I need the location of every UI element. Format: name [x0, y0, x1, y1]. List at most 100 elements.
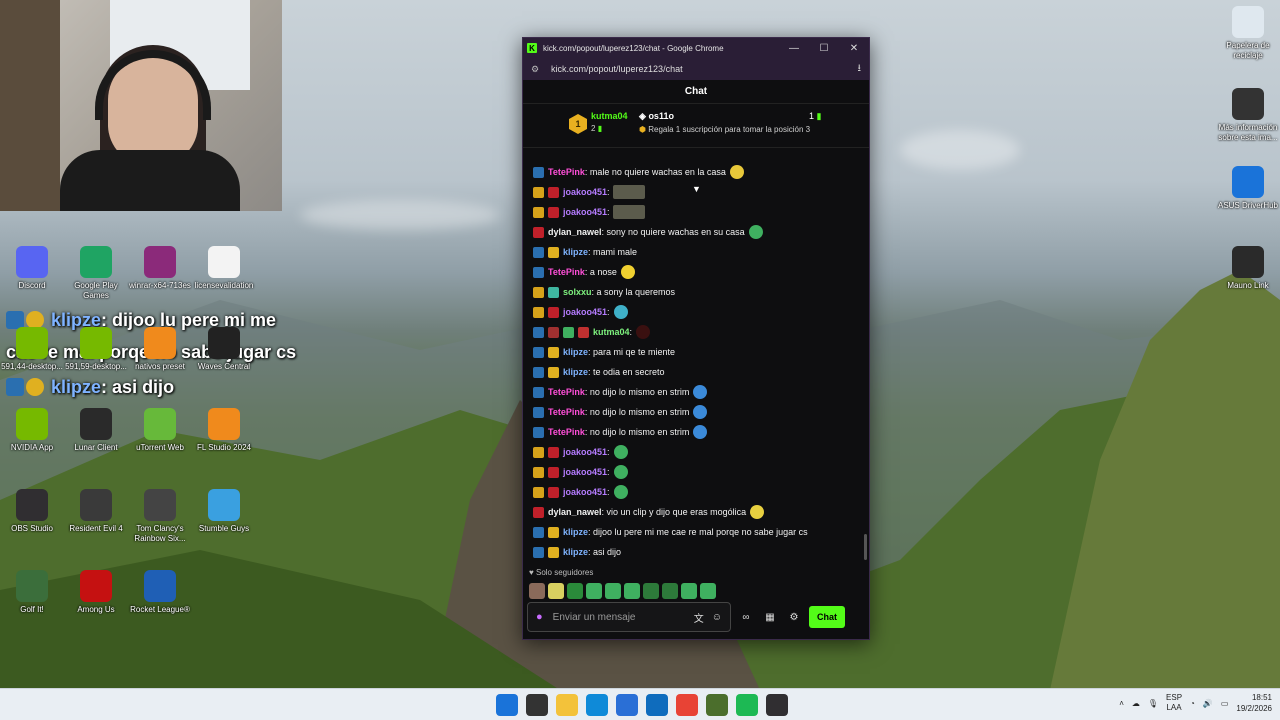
- emote-icon[interactable]: [750, 505, 765, 519]
- emote-icon[interactable]: [662, 583, 678, 599]
- edge-icon[interactable]: [586, 694, 608, 716]
- chat-username[interactable]: joakoo451: [563, 187, 607, 197]
- search-icon[interactable]: [526, 694, 548, 716]
- spotify-icon[interactable]: [736, 694, 758, 716]
- volume-icon[interactable]: 🔊: [1203, 699, 1213, 708]
- moderator-badge-icon[interactable]: [533, 386, 544, 398]
- moderator-badge-icon[interactable]: [533, 166, 544, 178]
- desktop-icon[interactable]: 591,59-desktop...: [64, 327, 128, 372]
- emote-icon[interactable]: [613, 445, 628, 459]
- og-badge-icon[interactable]: [548, 286, 559, 298]
- emote-icon[interactable]: [693, 405, 708, 419]
- subscriber-badge-icon[interactable]: [548, 366, 559, 378]
- outlook-icon[interactable]: [646, 694, 668, 716]
- vip-badge-icon[interactable]: [578, 326, 589, 338]
- crown-badge-icon[interactable]: [533, 286, 544, 298]
- subscriber-badge-icon[interactable]: [548, 346, 559, 358]
- emote-icon[interactable]: [529, 583, 545, 599]
- chrome-icon[interactable]: [676, 694, 698, 716]
- address-bar[interactable]: ⚙ kick.com/popout/luperez123/chat ⭳: [523, 58, 869, 80]
- cloud-icon[interactable]: ☁: [1132, 699, 1140, 708]
- emote-icon[interactable]: [693, 425, 708, 439]
- site-info-icon[interactable]: ⚙: [531, 64, 543, 75]
- desktop-icon[interactable]: Golf It!: [0, 570, 64, 615]
- emote-icon[interactable]: [567, 583, 583, 599]
- gifter-badge-icon[interactable]: [533, 506, 544, 518]
- send-chat-button[interactable]: Chat: [809, 606, 845, 628]
- emote-icon[interactable]: [613, 485, 628, 499]
- chat-username[interactable]: joakoo451: [563, 467, 607, 477]
- clock[interactable]: 18:51 19/2/2026: [1236, 692, 1272, 714]
- crown-badge-icon[interactable]: [533, 306, 544, 318]
- desktop-icon[interactable]: OBS Studio: [0, 489, 64, 534]
- desktop-icon[interactable]: uTorrent Web: [128, 408, 192, 453]
- emote-icon[interactable]: [605, 583, 621, 599]
- emote-icon[interactable]: [693, 385, 708, 399]
- moderator-badge-icon[interactable]: [533, 346, 544, 358]
- windows-start-icon[interactable]: [496, 694, 518, 716]
- obs-icon[interactable]: [766, 694, 788, 716]
- desktop-icon[interactable]: Rocket League®: [128, 570, 192, 615]
- kicks-icon[interactable]: ∞: [737, 612, 755, 623]
- chat-username[interactable]: joakoo451: [563, 307, 607, 317]
- chat-username[interactable]: klipze: [563, 347, 588, 357]
- emote-icon[interactable]: [643, 583, 659, 599]
- chat-message-input[interactable]: ● Enviar un mensaje 文 ☺: [527, 602, 731, 632]
- chat-scrollbar[interactable]: [864, 534, 867, 560]
- emote-icon[interactable]: [620, 265, 635, 279]
- desktop-icon[interactable]: NVIDIA App: [0, 408, 64, 453]
- chevron-up-icon[interactable]: ˄: [1119, 699, 1124, 708]
- gifter-badge-icon[interactable]: [548, 306, 559, 318]
- emote-icon[interactable]: [748, 225, 763, 239]
- translate-icon[interactable]: 文: [694, 610, 704, 625]
- subscriber-badge-icon[interactable]: [548, 246, 559, 258]
- chat-username[interactable]: dylan_nawel: [548, 227, 602, 237]
- chat-input-placeholder[interactable]: Enviar un mensaje: [553, 612, 686, 623]
- chat-username[interactable]: dylan_nawel: [548, 507, 602, 517]
- gifter-badge-icon[interactable]: [548, 466, 559, 478]
- desktop-icon[interactable]: Papelera de reciclaje: [1216, 6, 1280, 61]
- moderator-badge-icon[interactable]: [533, 406, 544, 418]
- file-explorer-icon[interactable]: [556, 694, 578, 716]
- chat-username[interactable]: kutma04: [593, 327, 630, 337]
- chat-username[interactable]: klipze: [563, 247, 588, 257]
- leaderboard-second-name[interactable]: os11o: [648, 111, 674, 121]
- moderator-badge-icon[interactable]: [533, 266, 544, 278]
- emote-icon[interactable]: [636, 325, 651, 339]
- desktop-icon[interactable]: winrar-x64-713es: [128, 246, 192, 291]
- crown-badge-icon[interactable]: [533, 466, 544, 478]
- emoji-icon[interactable]: ☺: [712, 612, 722, 623]
- leaderboard-first-name[interactable]: kutma04: [591, 111, 628, 121]
- emote-icon[interactable]: [729, 165, 744, 179]
- desktop-icon[interactable]: Mauno Link: [1216, 246, 1280, 291]
- wifi-icon[interactable]: ◔: [1190, 699, 1195, 708]
- subscriber-badge-icon[interactable]: [548, 526, 559, 538]
- desktop-icon[interactable]: ASUS DriverHub: [1216, 166, 1280, 211]
- download-icon[interactable]: ⭳: [858, 61, 862, 78]
- leaderboard-promo[interactable]: Regala 1 suscripción para tomar la posic…: [648, 125, 810, 134]
- crown-badge-icon[interactable]: [533, 206, 544, 218]
- emote-icon[interactable]: [612, 205, 645, 219]
- window-titlebar[interactable]: K kick.com/popout/luperez123/chat - Goog…: [523, 38, 869, 58]
- url-text[interactable]: kick.com/popout/luperez123/chat: [551, 64, 858, 74]
- crown-badge-icon[interactable]: [533, 446, 544, 458]
- desktop-icon[interactable]: Más información sobre esta ima...: [1216, 88, 1280, 143]
- chat-username[interactable]: klipze: [563, 547, 588, 557]
- emote-icon[interactable]: [548, 583, 564, 599]
- crown-badge-icon[interactable]: [533, 186, 544, 198]
- minimize-icon[interactable]: —: [779, 43, 809, 54]
- gifter-badge-icon[interactable]: [548, 206, 559, 218]
- chat-username[interactable]: joakoo451: [563, 207, 607, 217]
- chat-username[interactable]: klipze: [563, 367, 588, 377]
- emote-icon[interactable]: [613, 305, 628, 319]
- chat-username[interactable]: TetePink: [548, 387, 585, 397]
- desktop-icon[interactable]: Among Us: [64, 570, 128, 615]
- desktop-icon[interactable]: Discord: [0, 246, 64, 291]
- emote-icon[interactable]: [681, 583, 697, 599]
- chat-username[interactable]: TetePink: [548, 407, 585, 417]
- desktop-icon[interactable]: Waves Central: [192, 327, 256, 372]
- microphone-icon[interactable]: ●: [536, 611, 543, 623]
- chat-username[interactable]: TetePink: [548, 167, 585, 177]
- emote-icon[interactable]: [613, 465, 628, 479]
- ring-badge-icon[interactable]: [548, 326, 559, 338]
